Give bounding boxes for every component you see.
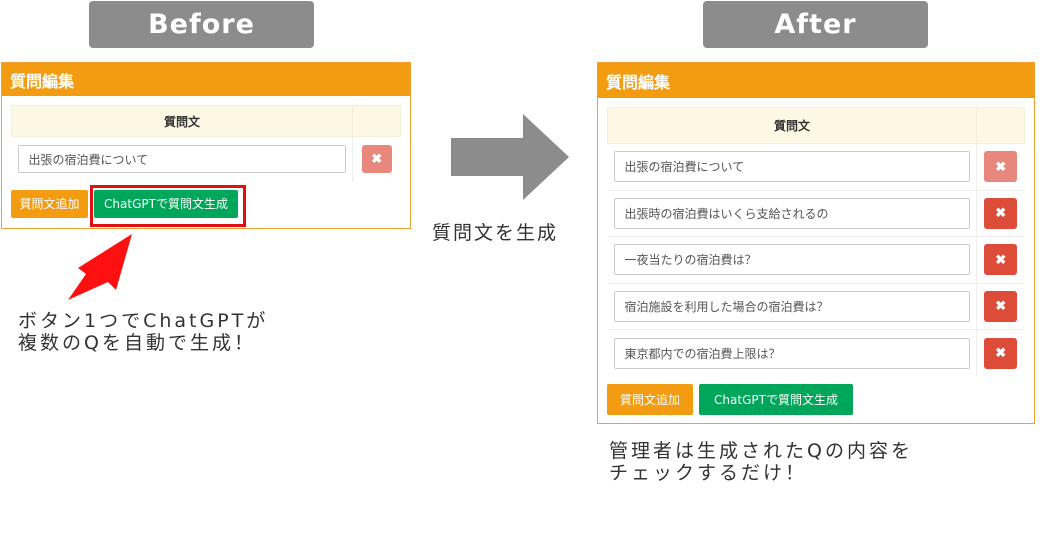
add-question-button[interactable]: 質問文追加 [11,189,88,218]
panel-body: 質問文 出張の宿泊費について ✖ 出張時の宿泊費はいくら支給されるの ✖ 一夜当… [598,98,1034,424]
question-input[interactable]: 宿泊施設を利用した場合の宿泊費は？ [613,290,970,322]
note-right-line1: 管理者は生成されたQの内容を [609,440,913,462]
table-row: 東京都内での宿泊費上限は？ ✖ [607,329,1025,376]
delete-question-button[interactable]: ✖ [984,244,1018,276]
table-row: 出張の宿泊費について ✖ [11,136,401,182]
close-icon: ✖ [995,205,1007,221]
close-icon: ✖ [995,298,1007,314]
delete-question-button[interactable]: ✖ [984,151,1018,183]
table-header-row: 質問文 [607,107,1025,144]
question-input[interactable]: 出張の宿泊費について [17,145,346,174]
panel-title: 質問編集 [598,63,1034,98]
question-table: 質問文 出張の宿泊費について ✖ 出張時の宿泊費はいくら支給されるの ✖ 一夜当… [607,107,1025,376]
question-input[interactable]: 出張の宿泊費について [613,151,970,183]
close-icon: ✖ [995,345,1007,360]
question-input[interactable]: 出張時の宿泊費はいくら支給されるの [613,197,970,229]
generate-button-highlight [90,185,246,227]
arrow-pointer-icon [68,234,132,300]
question-input[interactable]: 東京都内での宿泊費上限は？ [613,337,970,369]
close-icon: ✖ [995,158,1007,174]
column-header-question: 質問文 [11,105,353,137]
add-question-button[interactable]: 質問文追加 [607,384,693,415]
delete-question-button[interactable]: ✖ [984,197,1018,229]
delete-question-button[interactable]: ✖ [984,290,1018,322]
arrow-right-icon [451,114,569,200]
note-left-line1: ボタン1つでChatGPTが [18,310,269,332]
note-right: 管理者は生成されたQの内容を チェックするだけ！ [609,440,913,484]
question-table: 質問文 出張の宿泊費について ✖ [11,105,401,182]
delete-question-button[interactable]: ✖ [984,337,1018,369]
question-input[interactable]: 一夜当たりの宿泊費は？ [613,244,970,276]
close-icon: ✖ [371,151,383,167]
column-header-action [352,105,401,137]
note-right-line2: チェックするだけ！ [609,462,808,484]
table-row: 宿泊施設を利用した場合の宿泊費は？ ✖ [607,282,1025,330]
panel-title: 質問編集 [2,63,410,96]
column-header-question: 質問文 [607,107,977,144]
chatgpt-generate-button[interactable]: ChatGPTで質問文生成 [699,384,853,415]
note-left: ボタン1つでChatGPTが 複数のQを自動で生成！ [18,310,268,354]
delete-question-button[interactable]: ✖ [361,145,392,174]
after-question-edit-panel: 質問編集 質問文 出張の宿泊費について ✖ 出張時の宿泊費はいくら支給されるの … [597,62,1035,424]
table-row: 一夜当たりの宿泊費は？ ✖ [607,236,1025,283]
column-header-action [976,107,1025,144]
after-label: After [703,1,928,48]
generate-arrow-label: 質問文を生成 [432,222,559,244]
table-header-row: 質問文 [11,105,401,137]
close-icon: ✖ [995,251,1007,267]
before-label: Before [89,1,314,48]
table-row: 出張時の宿泊費はいくら支給されるの ✖ [607,189,1025,237]
note-left-line2: 複数のQを自動で生成！ [18,332,256,354]
table-row: 出張の宿泊費について ✖ [607,143,1025,190]
